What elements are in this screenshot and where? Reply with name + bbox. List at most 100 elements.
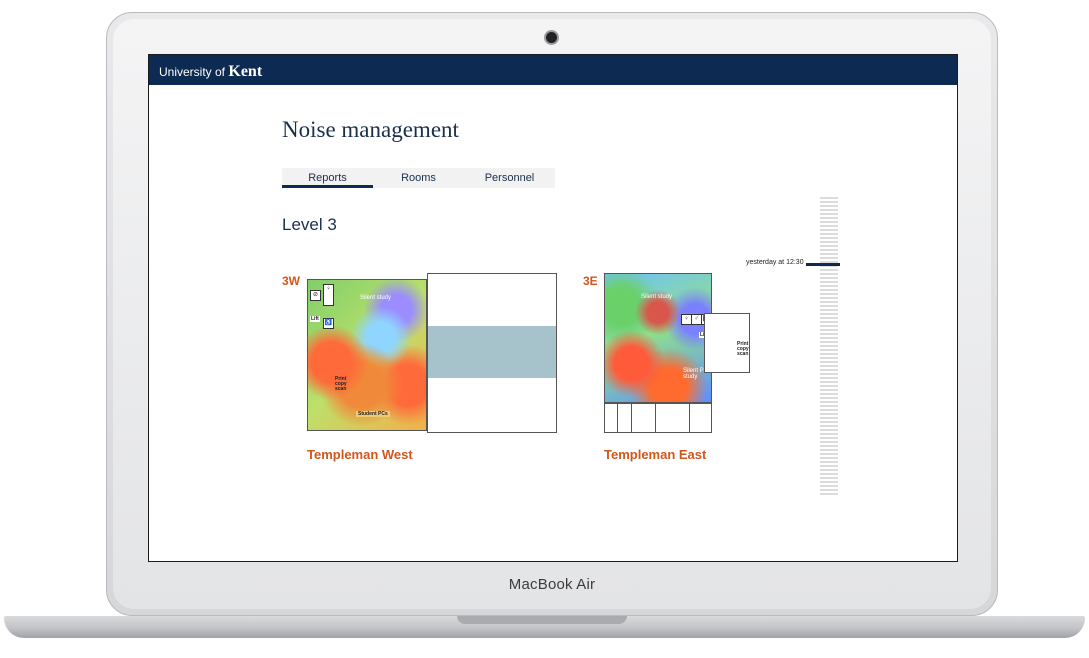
timeline-tick[interactable] — [820, 309, 838, 311]
timeline-tick[interactable] — [820, 485, 838, 487]
timeline-tick[interactable] — [820, 201, 838, 203]
page-title: Noise management — [282, 117, 459, 142]
tab-reports[interactable]: Reports — [282, 168, 373, 188]
timeline-tick[interactable] — [820, 397, 838, 399]
timeline-tick[interactable] — [820, 333, 838, 335]
timeline-tick[interactable] — [820, 421, 838, 423]
plan-west-annex — [427, 273, 557, 433]
timeline-tick[interactable] — [820, 317, 838, 319]
timeline-tick[interactable] — [820, 373, 838, 375]
label-print-east: Print copy scan — [737, 341, 749, 357]
timeline-tick[interactable] — [820, 473, 838, 475]
timeline-tick[interactable] — [820, 353, 838, 355]
timeline-tick[interactable] — [820, 361, 838, 363]
timeline-tick[interactable] — [820, 285, 838, 287]
timeline-tick[interactable] — [820, 453, 838, 455]
timeline-tick[interactable] — [820, 313, 838, 315]
timeline-tick[interactable] — [820, 257, 838, 259]
timeline-tick[interactable] — [820, 449, 838, 451]
timeline-tick[interactable] — [820, 349, 838, 351]
timeline-tick[interactable] — [820, 437, 838, 439]
timeline-tick[interactable] — [820, 465, 838, 467]
corridor-west — [428, 326, 556, 378]
timeline-tick[interactable] — [820, 445, 838, 447]
timeline-tick[interactable] — [820, 209, 838, 211]
timeline-tick[interactable] — [820, 253, 838, 255]
timeline-tick[interactable] — [820, 409, 838, 411]
tab-personnel[interactable]: Personnel — [464, 168, 555, 188]
timeline-tick[interactable] — [820, 221, 838, 223]
no-entry-icon: ⊘ — [310, 290, 321, 301]
timeline-tick[interactable] — [820, 273, 838, 275]
heatmap-east[interactable]: Silent study ♀ ♂ ♿ Lift Silent PC study — [604, 273, 712, 403]
timeline-tick[interactable] — [820, 369, 838, 371]
timeline-tick[interactable] — [820, 293, 838, 295]
timeline-tick[interactable] — [820, 377, 838, 379]
timeline-tick[interactable] — [820, 345, 838, 347]
heatmap-west[interactable]: Silent study ⊘ ♀ ♿ Lift Print copy scan … — [307, 279, 427, 431]
timeline-tick[interactable] — [820, 461, 838, 463]
timeline-tick[interactable] — [820, 233, 838, 235]
timeline-tick[interactable] — [820, 457, 838, 459]
plan-name-east[interactable]: Templeman East — [604, 447, 706, 462]
laptop-notch — [457, 616, 627, 624]
timeline-tick[interactable] — [820, 365, 838, 367]
timeline-tick[interactable] — [820, 225, 838, 227]
timeline-tick[interactable] — [820, 341, 838, 343]
timeline-tick[interactable] — [820, 405, 838, 407]
timeline-tick[interactable] — [820, 277, 838, 279]
timeline-tick[interactable] — [820, 281, 838, 283]
timeline-tick[interactable] — [820, 413, 838, 415]
screen: University of Kent Noise management Repo… — [148, 54, 958, 562]
timeline-tick[interactable] — [820, 381, 838, 383]
timeline-tick[interactable] — [820, 213, 838, 215]
plan-code-west: 3W — [282, 274, 300, 288]
timeline-tick[interactable] — [820, 441, 838, 443]
timeline-tick[interactable] — [820, 401, 838, 403]
timeline-tick[interactable] — [820, 305, 838, 307]
timeline-tick[interactable] — [820, 425, 838, 427]
timeline-tick[interactable] — [820, 481, 838, 483]
plan-name-west[interactable]: Templeman West — [307, 447, 413, 462]
timeline-tick[interactable] — [820, 489, 838, 491]
timeline-tick[interactable] — [820, 205, 838, 207]
timeline-tick[interactable] — [820, 321, 838, 323]
timeline-tick[interactable] — [820, 289, 838, 291]
timeline-tick[interactable] — [820, 429, 838, 431]
timeline-tick[interactable] — [820, 237, 838, 239]
label-silent-study-west: Silent study — [360, 295, 392, 301]
timeline-tick[interactable] — [820, 325, 838, 327]
timeline-marker[interactable] — [806, 263, 840, 266]
timeline-tick[interactable] — [820, 385, 838, 387]
label-print-west: Print copy scan — [335, 376, 347, 392]
timeline-tick[interactable] — [820, 329, 838, 331]
timeline-tick[interactable] — [820, 417, 838, 419]
timeline-tick[interactable] — [820, 269, 838, 271]
timeline-tick[interactable] — [820, 229, 838, 231]
university-logo[interactable]: University of Kent — [159, 63, 262, 81]
plan-east-rooms — [604, 403, 712, 433]
timeline-tick[interactable] — [820, 393, 838, 395]
timeline-tick[interactable] — [820, 337, 838, 339]
timeline-tick[interactable] — [820, 197, 838, 199]
timeline-tick[interactable] — [820, 297, 838, 299]
tab-rooms[interactable]: Rooms — [373, 168, 464, 188]
timeline-tick[interactable] — [820, 469, 838, 471]
timeline-tick[interactable] — [820, 217, 838, 219]
timeline-tick[interactable] — [820, 357, 838, 359]
top-bar: University of Kent — [149, 55, 957, 85]
timeline-tick[interactable] — [820, 389, 838, 391]
laptop-brand: MacBook Air — [508, 576, 596, 593]
timeline-tick[interactable] — [820, 241, 838, 243]
plan-code-east: 3E — [583, 274, 598, 288]
timeline-tick[interactable] — [820, 301, 838, 303]
timeline-tick[interactable] — [820, 493, 838, 495]
logo-name: Kent — [228, 63, 263, 80]
timeline-tick[interactable] — [820, 433, 838, 435]
timeline-tick[interactable] — [820, 245, 838, 247]
camera-icon — [546, 32, 557, 43]
timeline-scrubber[interactable] — [820, 197, 838, 497]
timeline-tick[interactable] — [820, 477, 838, 479]
timeline-tick[interactable] — [820, 249, 838, 251]
toilets-icon: ♀ — [323, 284, 334, 306]
